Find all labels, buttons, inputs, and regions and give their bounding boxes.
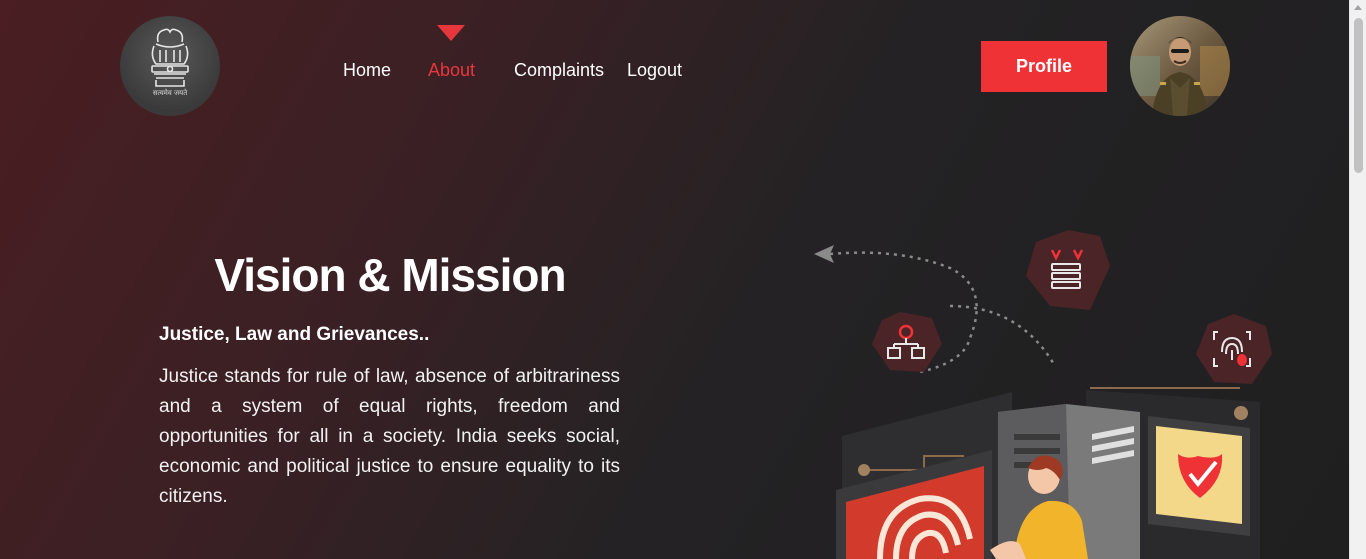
- nav-complaints[interactable]: Complaints: [514, 60, 604, 81]
- nav-active-marker-icon: [437, 25, 465, 41]
- hero-subtitle: Justice, Law and Grievances..: [159, 324, 430, 345]
- cyber-security-illustration: [814, 230, 1272, 559]
- hero-body: Justice stands for rule of law, absence …: [159, 366, 620, 507]
- state-emblem-logo[interactable]: सत्यमेव जयते: [120, 16, 220, 116]
- scroll-thumb[interactable]: [1354, 18, 1363, 173]
- profile-button[interactable]: Profile: [981, 41, 1107, 92]
- avatar-photo: [1130, 16, 1230, 116]
- page: सत्यमेव जयते Home About Complaints Logou…: [0, 0, 1349, 559]
- malware-network-icon: [872, 312, 942, 372]
- hero-title: Vision & Mission: [214, 249, 566, 301]
- user-avatar[interactable]: [1130, 16, 1230, 116]
- server-virus-icon: [1026, 230, 1110, 310]
- emblem-motto: सत्यमेव जयते: [152, 89, 188, 97]
- scroll-up-icon[interactable]: [1354, 5, 1362, 10]
- fingerprint-bug-icon: [1196, 314, 1272, 384]
- nav-home[interactable]: Home: [343, 60, 391, 81]
- nav-about[interactable]: About: [428, 60, 475, 81]
- nav-logout[interactable]: Logout: [627, 60, 682, 81]
- vertical-scrollbar[interactable]: [1349, 0, 1366, 559]
- shield-check-icon: [1148, 416, 1250, 536]
